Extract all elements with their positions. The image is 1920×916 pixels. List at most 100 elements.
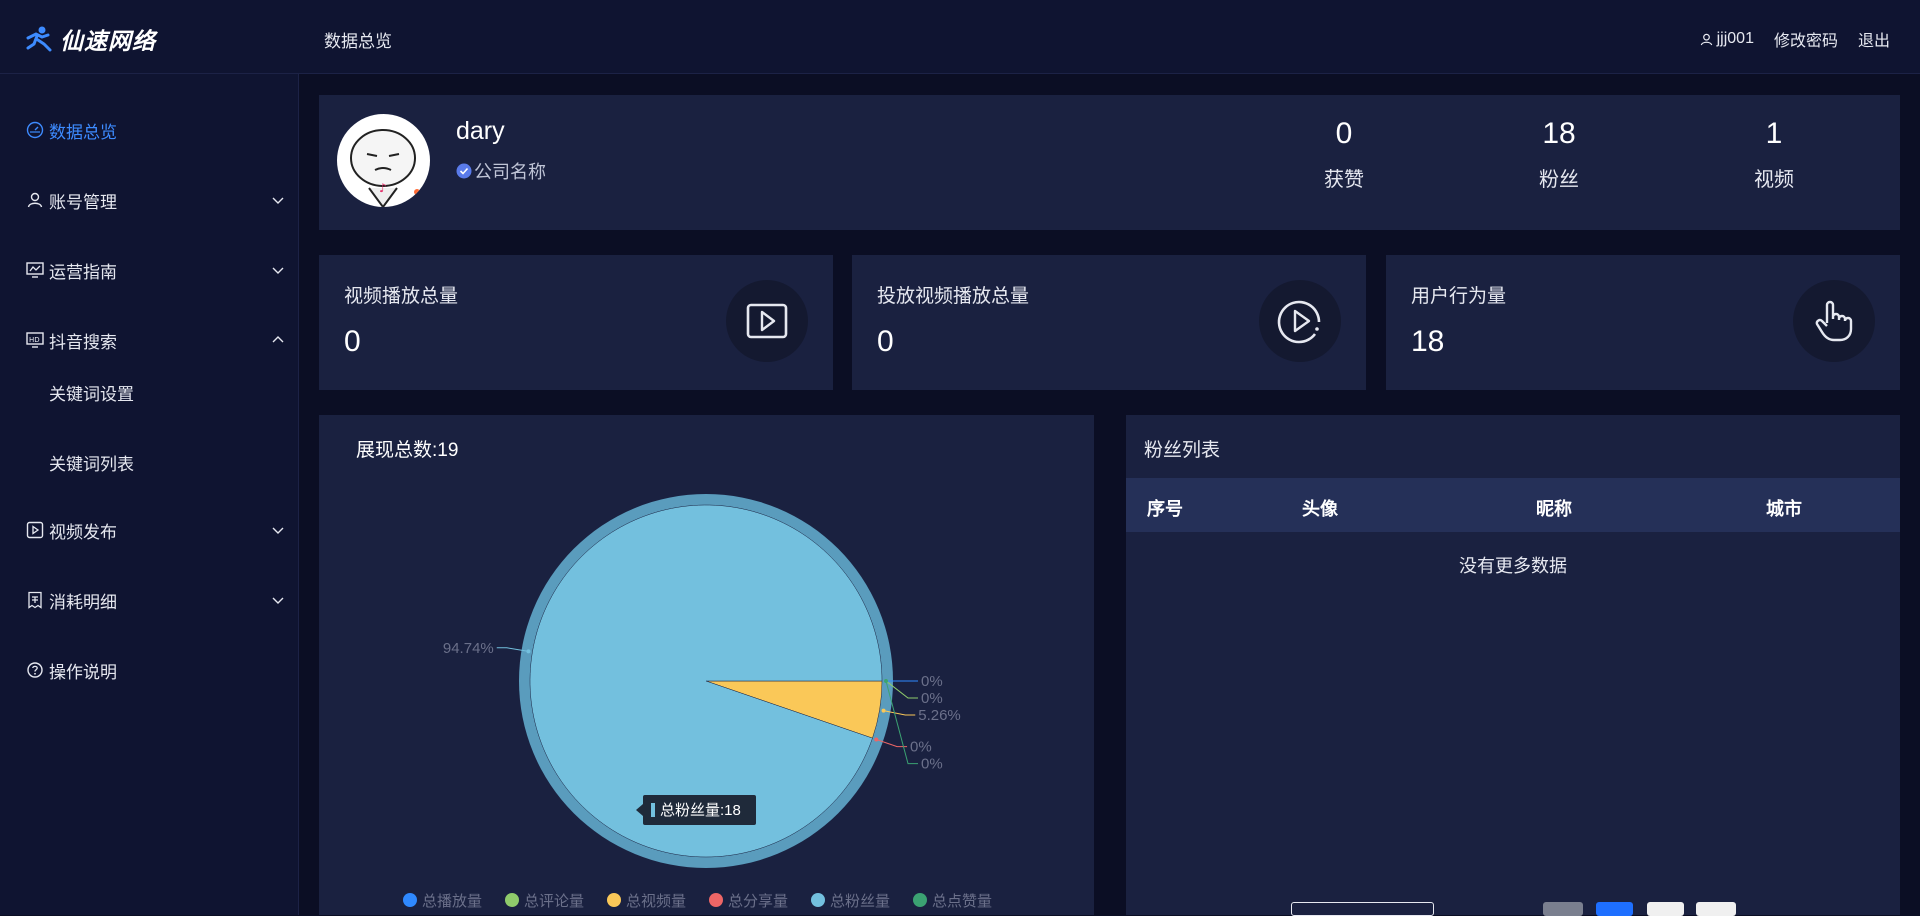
chevron-down-icon (272, 197, 284, 204)
legend-item[interactable]: 总点赞量 (913, 893, 992, 910)
sidebar-item-douyin-search[interactable]: HD 抖音搜索 (0, 320, 299, 360)
sidebar-item-overview[interactable]: 数据总览 (0, 110, 299, 150)
pie-data-label: 0% (910, 739, 932, 756)
profile-card: ♪ dary 公司名称 0 获赞 18 粉丝 1 视频 (319, 95, 1900, 230)
sidebar-item-label: 数据总览 (49, 122, 117, 142)
svg-text:总粉丝量: 总粉丝量 (830, 893, 890, 910)
chevron-down-icon (272, 527, 284, 534)
stat-label: 粉丝 (1539, 169, 1579, 191)
stat-value: 1 (1765, 117, 1783, 150)
pie-label-dot (526, 649, 531, 654)
svg-text:总分享量: 总分享量 (728, 893, 788, 910)
sidebar-item-instructions[interactable]: 操作说明 (0, 650, 299, 690)
stat-label: 视频 (1754, 169, 1794, 191)
breadcrumb: 数据总览 (324, 32, 392, 51)
pager-prev-button[interactable] (1543, 902, 1583, 916)
svg-text:总播放量: 总播放量 (422, 893, 482, 910)
metric-icon-wrap (1259, 280, 1341, 362)
change-password-link[interactable]: 修改密码 (1774, 27, 1838, 51)
pie-data-label: 0% (921, 673, 943, 690)
runner-logo-icon (26, 26, 52, 52)
submenu-keyword-list[interactable]: 关键词列表 (49, 450, 134, 475)
monitor-chart-icon (26, 262, 44, 278)
metric-value: 0 (877, 325, 894, 358)
metric-label: 投放视频播放总量 (877, 286, 1030, 307)
top-bar: 仙速网络 数据总览 jjj001 修改密码 退出 (0, 0, 1920, 74)
verified-badge-icon (456, 163, 472, 179)
pie-data-label: 0% (921, 690, 943, 707)
pager-next-button[interactable] (1696, 902, 1736, 916)
svg-text:总粉丝量:18: 总粉丝量:18 (660, 802, 741, 819)
video-play-icon (26, 521, 44, 539)
pager-current-page[interactable] (1596, 902, 1633, 916)
column-header[interactable]: 城市 (1766, 495, 1802, 521)
legend-item[interactable]: 总评论量 (505, 893, 584, 910)
user-icon (27, 192, 43, 208)
svg-text:总点赞量: 总点赞量 (932, 893, 992, 910)
metric-value: 18 (1411, 325, 1445, 358)
receipt-icon (28, 591, 42, 609)
metric-icon-wrap (726, 280, 808, 362)
legend-item[interactable]: 总视频量 (607, 893, 686, 910)
metric-label: 用户行为量 (1411, 286, 1507, 307)
pie-tooltip: 总粉丝量:18 (636, 795, 756, 825)
metric-value: 0 (344, 325, 361, 358)
dashboard-icon (26, 121, 44, 139)
stat-likes: 0 获赞 (1284, 117, 1404, 192)
metric-label: 视频播放总量 (344, 286, 459, 307)
metric-icon-wrap (1793, 280, 1875, 362)
pie-label-dot (884, 679, 888, 683)
svg-text:HD: HD (29, 336, 40, 344)
brand-name: 仙速网络 (60, 28, 156, 54)
fans-list-title: 粉丝列表 (1144, 440, 1221, 461)
metric-card-video-plays: 视频播放总量 0 (319, 255, 833, 390)
company-label: 公司名称 (456, 158, 546, 184)
fans-list-card: 粉丝列表 序号 头像 昵称 城市 没有更多数据 (1126, 415, 1900, 916)
sidebar: 数据总览 账号管理 运营指南 HD 抖音搜索 关键词设置 关键词列表 视频发布 … (0, 74, 299, 915)
stat-label: 获赞 (1324, 169, 1364, 191)
stat-value: 0 (1335, 117, 1353, 150)
hd-screen-icon: HD (26, 332, 44, 348)
page-size-select[interactable] (1291, 902, 1434, 916)
pie-data-label: 94.74% (443, 640, 494, 657)
sidebar-item-consumption[interactable]: 消耗明细 (0, 580, 299, 620)
pie-chart[interactable]: 0%0%5.26%0%94.74%0%总粉丝量:18总播放量 总评论量 总视频量 总分… (319, 415, 1094, 915)
brand-logo[interactable]: 仙速网络 (24, 22, 156, 56)
column-header[interactable]: 头像 (1302, 495, 1338, 521)
sidebar-item-label: 抖音搜索 (49, 332, 117, 352)
legend-item[interactable]: 总分享量 (709, 893, 788, 910)
svg-text:♪: ♪ (379, 181, 387, 195)
user-menu[interactable]: jjj001 (1700, 30, 1754, 48)
help-circle-icon (27, 662, 43, 678)
chevron-down-icon (272, 597, 284, 604)
logout-link[interactable]: 退出 (1858, 27, 1890, 51)
sidebar-item-accounts[interactable]: 账号管理 (0, 180, 299, 220)
user-icon (1700, 33, 1712, 45)
metric-card-ad-video-plays: 投放视频播放总量 0 (852, 255, 1366, 390)
sidebar-item-guide[interactable]: 运营指南 (0, 250, 299, 290)
metric-card-user-actions: 用户行为量 18 (1386, 255, 1900, 390)
pie-label-dot (881, 708, 886, 713)
username: jjj001 (1716, 30, 1754, 47)
sidebar-item-label: 账号管理 (49, 192, 117, 212)
hand-pointer-icon (1815, 300, 1853, 342)
legend-item[interactable]: 总粉丝量 (811, 893, 890, 910)
legend-item[interactable]: 总播放量 (403, 893, 482, 910)
display-total-chart-card: 展现总数:19 0% 0% 5.26% 0% 94.74% 0% 总粉丝量:18 总播放量 总评… (319, 415, 1094, 915)
chevron-down-icon (272, 267, 284, 274)
sidebar-item-label: 操作说明 (49, 662, 117, 682)
submenu-keyword-settings[interactable]: 关键词设置 (49, 380, 134, 405)
avatar[interactable]: ♪ (337, 114, 430, 207)
column-header[interactable]: 序号 (1147, 495, 1183, 521)
empty-message: 没有更多数据 (1459, 556, 1567, 576)
stat-videos: 1 视频 (1714, 117, 1834, 192)
sidebar-item-video-publish[interactable]: 视频发布 (0, 510, 299, 550)
pie-data-label: 0% (921, 756, 943, 773)
video-square-play-icon (746, 303, 788, 339)
column-header[interactable]: 昵称 (1536, 495, 1572, 521)
chevron-up-icon (272, 336, 284, 343)
cartoon-face-icon: ♪ (350, 129, 420, 207)
svg-text:总评论量: 总评论量 (524, 893, 584, 910)
stat-value: 18 (1542, 117, 1576, 150)
pager-page-button[interactable] (1647, 902, 1684, 916)
